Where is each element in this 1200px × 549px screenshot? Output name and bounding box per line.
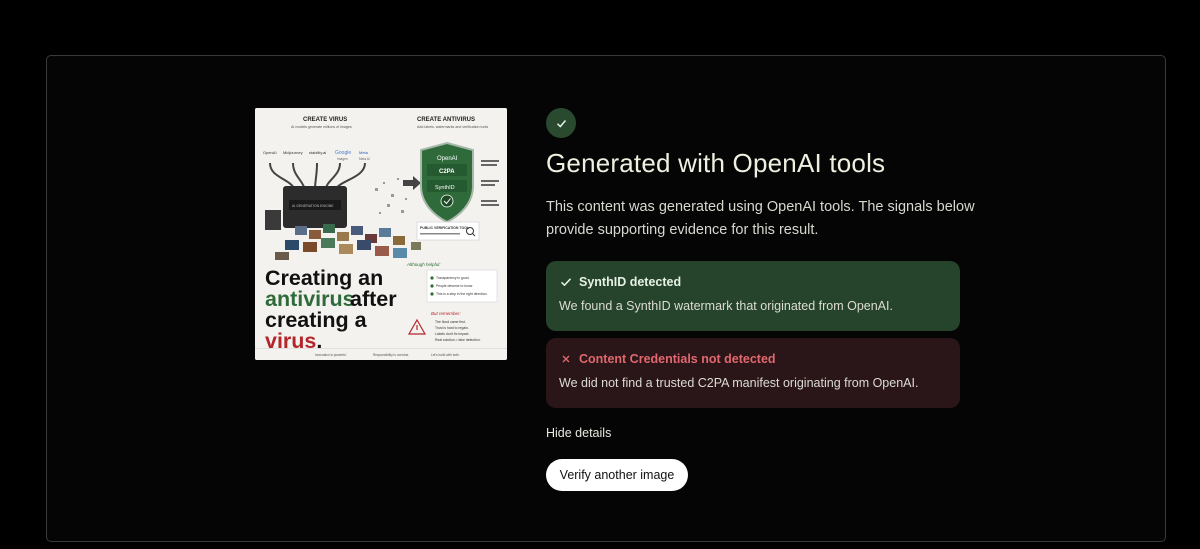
- signal-title: Content Credentials not detected: [579, 352, 776, 366]
- signal-body: We found a SynthID watermark that origin…: [559, 299, 893, 313]
- signal-card-content-credentials: Content Credentials not detected We did …: [546, 338, 960, 408]
- thumb-logo-4: Meta: [359, 150, 369, 155]
- thumb-create-antivirus: CREATE ANTIVIRUS: [417, 117, 475, 123]
- thumb-virus-sub: AI models generate millions of images: [291, 125, 352, 129]
- thumb-footer-2: Let's build with both.: [431, 353, 460, 357]
- thumb-logo-sub-0: Imagen: [337, 157, 348, 161]
- svg-text:virus.: virus.: [265, 329, 322, 353]
- thumb-helpful-0: Transparency is good.: [436, 276, 469, 280]
- thumb-machine-label: AI GENERATION ENGINE: [292, 204, 334, 208]
- thumb-logo-2: stability.ai: [309, 150, 326, 155]
- thumb-logo-0: OpenAI: [263, 150, 277, 155]
- thumb-logo-sub-1: Meta AI: [359, 157, 370, 161]
- thumb-logo-3: Google: [335, 150, 351, 156]
- thumb-create-virus: CREATE VIRUS: [303, 117, 347, 123]
- thumb-remember-0: The flood came first.: [435, 320, 466, 324]
- thumb-remember-3: Real solution = fake detection.: [435, 338, 481, 342]
- thumb-but-remember: But remember:: [431, 311, 462, 316]
- thumb-shield-brand: OpenAI: [437, 156, 458, 162]
- thumb-antivirus-sub: Add labels, watermarks and verification …: [417, 125, 488, 129]
- thumb-headline-dot: .: [316, 329, 322, 353]
- signal-card-synthid: SynthID detected We found a SynthID wate…: [546, 261, 960, 331]
- verify-another-image-button[interactable]: Verify another image: [546, 459, 688, 491]
- thumb-footer-0: Innovation is powerful.: [315, 353, 347, 357]
- hide-details-link[interactable]: Hide details: [546, 426, 611, 440]
- thumb-although: Although helpful:: [406, 262, 441, 267]
- analyzed-image-thumbnail: CREATE VIRUS AI models generate millions…: [255, 108, 507, 360]
- thumb-headline-5: virus: [265, 329, 316, 353]
- result-title: Generated with OpenAI tools: [546, 148, 886, 178]
- signal-body: We did not find a trusted C2PA manifest …: [559, 376, 919, 390]
- thumb-helpful-1: People deserve to know.: [436, 284, 473, 288]
- thumb-verify-tool: PUBLIC VERIFICATION TOOL: [420, 226, 470, 230]
- check-icon: [559, 276, 572, 289]
- signal-title: SynthID detected: [579, 275, 682, 289]
- thumb-remember-2: Labels don't fix impact.: [435, 332, 469, 336]
- thumb-footer-1: Responsibility is overdue.: [373, 353, 409, 357]
- thumb-remember-1: Trust is hard to regain.: [435, 326, 469, 330]
- thumb-helpful-2: This is a step in the right direction.: [436, 292, 488, 296]
- x-icon: [559, 353, 572, 366]
- thumb-logo-1: Midjourney: [283, 150, 303, 155]
- result-check-icon: [546, 108, 576, 138]
- result-description: This content was generated using OpenAI …: [546, 199, 975, 238]
- thumb-shield-c2pa: C2PA: [439, 169, 455, 175]
- svg-text:CREATE VIRUS: CREATE VIRUS: [303, 117, 347, 123]
- thumb-shield-synthid: SynthID: [435, 185, 455, 191]
